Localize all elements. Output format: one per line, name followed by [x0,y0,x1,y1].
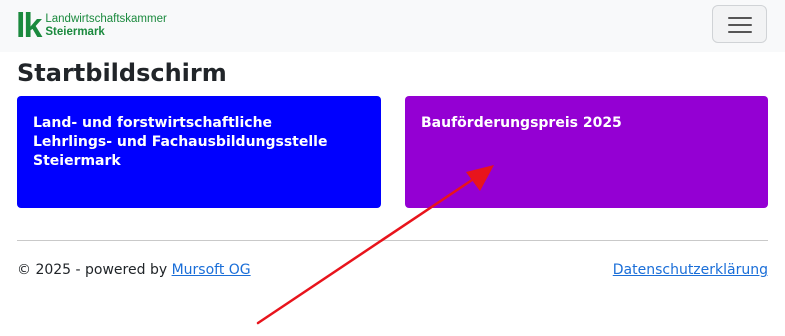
lk-logo[interactable]: lk Landwirtschaftskammer Steiermark [16,7,167,45]
page-title: Startbildschirm [17,59,227,87]
card-baufoerderungspreis[interactable]: Bauförderungspreis 2025 [405,96,768,208]
logo-mark: lk [16,7,42,45]
logo-wordmark: Landwirtschaftskammer Steiermark [45,13,166,39]
logo-line2: Steiermark [45,26,105,38]
navbar: lk Landwirtschaftskammer Steiermark [0,0,785,52]
footer-divider [17,240,768,241]
navbar-toggle-button[interactable] [712,5,767,43]
copyright-text: © 2025 - powered by [17,262,172,278]
mursoft-link[interactable]: Mursoft OG [172,262,251,278]
card-label: Land- und forstwirtschaftliche Lehrlings… [33,115,328,169]
card-label: Bauförderungspreis 2025 [421,115,622,131]
footer-copyright: © 2025 - powered by Mursoft OG [17,261,251,279]
privacy-policy-link[interactable]: Datenschutzerklärung [613,262,768,278]
footer-privacy: Datenschutzerklärung [613,261,768,279]
card-lehrlingsstelle[interactable]: Land- und forstwirtschaftliche Lehrlings… [17,96,381,208]
logo-line1: Landwirtschaftskammer [45,13,167,25]
